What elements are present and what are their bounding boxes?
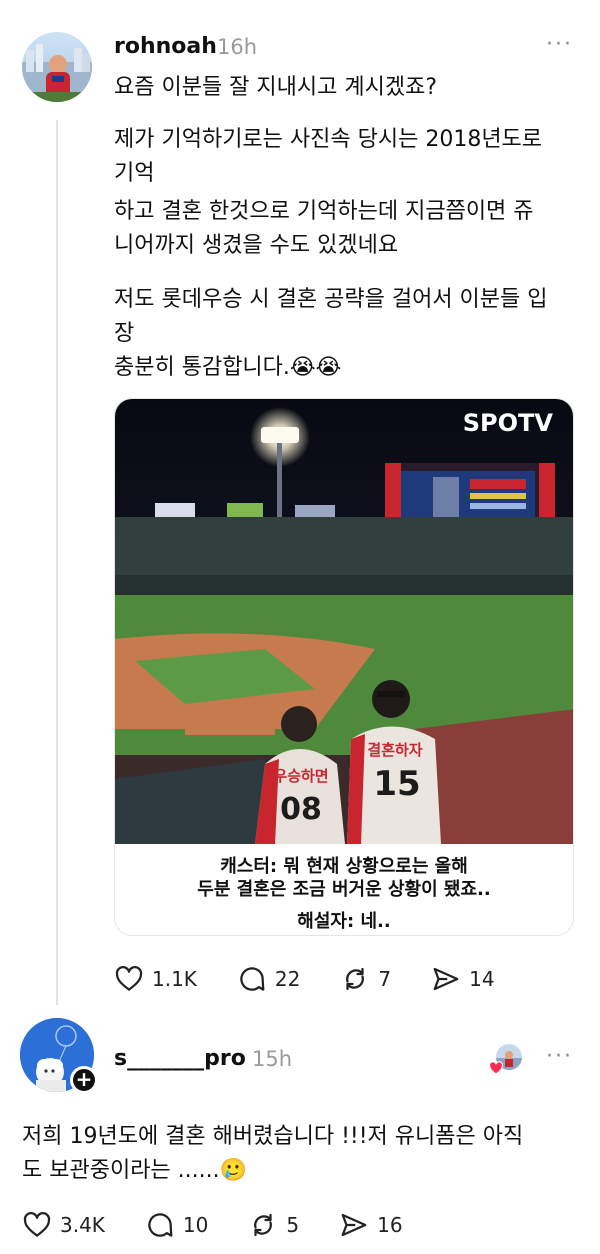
like-button[interactable]: 3.4K [22, 1210, 105, 1240]
repost-count: 5 [286, 1213, 300, 1237]
username[interactable]: s_______pro [114, 1046, 246, 1071]
heart-icon [115, 966, 143, 991]
reply-count: 22 [274, 967, 301, 991]
svg-text:08: 08 [280, 792, 322, 827]
svg-text:15: 15 [373, 764, 420, 804]
heart-icon [23, 1212, 51, 1237]
svg-text:우승하면: 우승하면 [273, 767, 328, 785]
post-text-line: 니어까지 생겼을 수도 있겠네요 [114, 233, 399, 258]
repost-button[interactable]: 7 [340, 964, 391, 994]
reply-button[interactable]: 22 [237, 964, 300, 994]
post-text-line: 기억 [114, 161, 155, 186]
heart-icon [489, 1061, 503, 1075]
caption-line: 두분 결혼은 조금 버거운 상황이 됐죠.. [197, 879, 491, 900]
stadium-photo: 우승하면 08 결혼하자 15 SPOTV [115, 399, 573, 844]
post-text-line: 저도 롯데우승 시 결혼 공략을 걸어서 이분들 입 [114, 287, 548, 312]
repost-button[interactable]: 5 [248, 1210, 299, 1240]
share-icon [433, 967, 459, 991]
avatar[interactable] [22, 32, 92, 102]
more-icon[interactable]: ··· [546, 1044, 573, 1069]
reply-count: 10 [182, 1213, 209, 1237]
share-count: 16 [377, 1213, 403, 1237]
like-count: 3.4K [60, 1213, 105, 1237]
avatar-photo [22, 44, 92, 102]
post-text-line: 하고 결혼 한것으로 기억하는데 지금쯤이면 쥬 [114, 199, 534, 224]
comment-icon [240, 967, 265, 991]
watermark: SPOTV [463, 409, 554, 437]
plus-icon[interactable]: + [70, 1066, 98, 1094]
repost-count: 7 [378, 967, 392, 991]
caption-line: 해설자: 네.. [297, 911, 391, 932]
username[interactable]: rohnoah [114, 34, 217, 59]
timestamp: 16h [217, 35, 258, 59]
like-count: 1.1K [152, 967, 197, 991]
post-text-line: 장 [114, 321, 135, 346]
share-icon [341, 1213, 367, 1237]
post-image[interactable]: 우승하면 08 결혼하자 15 SPOTV 캐스터: 뭐 현재 상황으로는 올해… [114, 398, 574, 936]
repost-icon [346, 967, 365, 991]
share-button[interactable]: 14 [431, 964, 495, 994]
repost-icon [254, 1213, 273, 1237]
share-count: 14 [469, 967, 495, 991]
more-icon[interactable]: ··· [546, 32, 573, 57]
post-text-line: 요즘 이분들 잘 지내시고 계시겠죠? [114, 75, 438, 100]
reply-button[interactable]: 10 [145, 1210, 208, 1240]
timestamp: 15h [252, 1047, 293, 1071]
post-actions: 3.4K 10 5 16 [22, 1210, 443, 1240]
like-button[interactable]: 1.1K [114, 964, 197, 994]
post-text-line: 도 보관중이라는 ......🥲 [22, 1158, 248, 1183]
post-actions: 1.1K 22 7 14 [114, 964, 535, 994]
share-button[interactable]: 16 [339, 1210, 403, 1240]
post-text-line: 제가 기억하기로는 사진속 당시는 2018년도로 [114, 127, 543, 152]
post-text-line: 충분히 통감합니다.😭😭 [114, 355, 342, 380]
comment-icon [148, 1213, 173, 1237]
svg-text:결혼하자: 결혼하자 [367, 741, 422, 759]
post-text-line: 저희 19년도에 결혼 해버렸습니다 !!!저 유니폼은 아직 [22, 1124, 524, 1149]
thread-line [56, 120, 58, 1005]
